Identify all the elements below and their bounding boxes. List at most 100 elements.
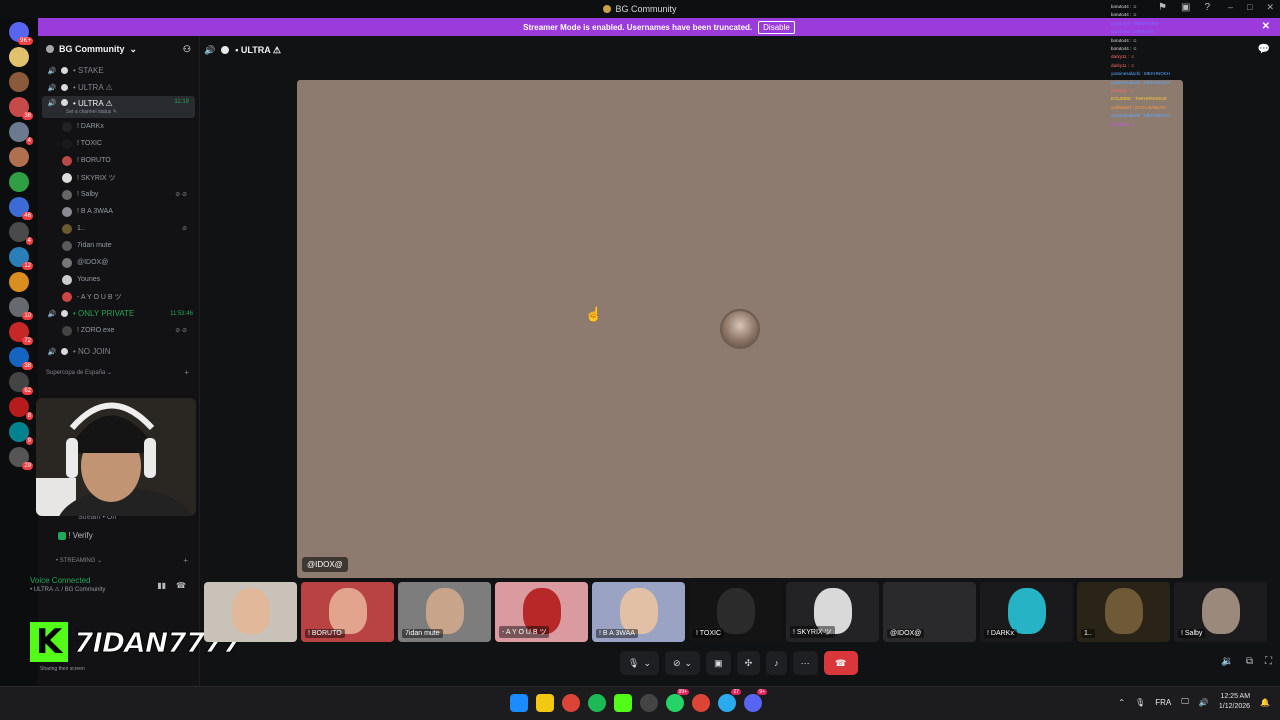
server-icon[interactable]: 38 <box>9 347 33 370</box>
discord-icon[interactable]: 9+ <box>744 689 767 712</box>
avatar <box>62 138 72 149</box>
server-icon[interactable]: 62 <box>9 372 33 395</box>
close-window-icon[interactable]: ✕ <box>1266 2 1274 13</box>
microphone-button[interactable]: 🎙 ⌄ <box>620 651 659 675</box>
add-channel-icon[interactable]: + <box>184 368 189 377</box>
voice-member[interactable]: ! Salby ⊘ ⊘ <box>38 186 199 203</box>
chrome-profile-icon[interactable] <box>692 694 710 712</box>
participant-tile[interactable]: ! B A 3WAA <box>592 582 685 642</box>
server-icon[interactable] <box>9 147 29 167</box>
voice-member[interactable]: ! SKYRIX ツ <box>38 169 199 186</box>
notifications-icon[interactable]: 🔔 <box>1260 698 1270 707</box>
channel-status[interactable]: Set a channel status ✎ <box>66 109 117 115</box>
chevron-up-icon[interactable]: ⌃ <box>1118 698 1125 707</box>
streaming-category[interactable]: • STREAMING ⌄ + <box>48 552 198 568</box>
server-icon[interactable]: 72 <box>9 322 33 345</box>
server-icon[interactable]: 12 <box>9 247 33 270</box>
participant-video <box>716 588 755 634</box>
voice-member[interactable]: Younes <box>38 271 199 288</box>
fullscreen-icon[interactable]: ⛶ <box>1265 656 1272 667</box>
channel-no-join[interactable]: 🔊 • NO JOIN <box>38 343 199 360</box>
telegram-icon[interactable]: 27 <box>718 689 741 712</box>
member-status-icons: ⊘ ⊘ <box>175 192 187 198</box>
clock[interactable]: 12:25 AM 1/12/2026 <box>1219 692 1250 712</box>
voice-member[interactable]: ! DARKx <box>38 118 199 135</box>
server-icon[interactable] <box>9 172 29 192</box>
chat-bubble-icon[interactable]: 💬 <box>1258 44 1270 55</box>
voice-member[interactable]: @IDOX@ <box>38 254 199 271</box>
activities-button[interactable]: ✣ <box>736 651 761 675</box>
voice-member[interactable]: 7idan mute <box>38 237 199 254</box>
close-banner-icon[interactable]: ✕ <box>1262 21 1270 32</box>
maximize-icon[interactable]: □ <box>1247 2 1252 13</box>
mention-badge: 46 <box>22 212 33 220</box>
disconnect-button[interactable]: ☎ <box>823 651 858 675</box>
microphone-icon[interactable]: 🎙 <box>1135 698 1145 707</box>
disable-streamer-mode-button[interactable]: Disable <box>758 20 795 34</box>
server-icon[interactable]: 4 <box>9 222 33 245</box>
server-icon[interactable]: 46 <box>9 197 33 220</box>
kick-app-icon[interactable] <box>614 694 632 712</box>
category-header[interactable]: Supercopa de España ⌄ + <box>38 364 199 380</box>
participant-tile[interactable]: ! TOXIC <box>689 582 782 642</box>
participant-tile[interactable]: ! BORUTO <box>301 582 394 642</box>
participant-tile[interactable]: ! DARKx <box>980 582 1073 642</box>
server-icon[interactable] <box>9 272 29 292</box>
language-indicator[interactable]: FRA <box>1155 698 1171 707</box>
share-screen-button[interactable]: ▣ <box>706 651 731 675</box>
minimize-icon[interactable]: – <box>1228 2 1233 13</box>
voice-member[interactable]: ! B A 3WAA <box>38 203 199 220</box>
add-member-icon[interactable]: ⚇ <box>183 44 191 55</box>
server-icon[interactable]: 9K+ <box>9 22 33 45</box>
participant-tile[interactable]: - A Y O U B ツ <box>495 582 588 642</box>
sound-bars-icon[interactable]: ▮▮ <box>157 581 166 590</box>
windows-start-icon[interactable] <box>510 694 528 712</box>
participant-tile[interactable] <box>204 582 297 642</box>
whatsapp-icon[interactable]: 99+ <box>666 689 689 712</box>
obs-icon[interactable] <box>640 694 658 712</box>
participant-tile[interactable]: ! Salby <box>1174 582 1267 642</box>
file-explorer-icon[interactable] <box>536 694 554 712</box>
more-button[interactable]: ⋯ <box>792 651 818 675</box>
mention-badge: 72 <box>22 337 33 345</box>
chrome-icon[interactable] <box>562 694 580 712</box>
spotify-icon[interactable] <box>588 694 606 712</box>
network-icon[interactable]: 🖵 <box>1181 697 1189 707</box>
participant-tile[interactable]: 1.. <box>1077 582 1170 642</box>
volume-icon[interactable]: 🔊 <box>1199 698 1209 707</box>
server-header[interactable]: BG Community ⌄ ⚇ <box>38 36 199 62</box>
chat-message: yassinexl : mekhnokh <box>1111 29 1155 35</box>
voice-member[interactable]: ! TOXIC <box>38 135 199 152</box>
soundboard-button[interactable]: ♪ <box>766 651 787 675</box>
server-icon[interactable]: 9 <box>9 422 33 445</box>
voice-member[interactable]: 1.. ⊘ <box>38 220 199 237</box>
help-icon[interactable]: ? <box>1204 2 1210 13</box>
participant-tile[interactable]: ! SKYRIX ツ <box>786 582 879 642</box>
participant-video <box>1201 588 1240 634</box>
camera-button[interactable]: ⊘ ⌄ <box>664 651 701 675</box>
voice-member[interactable]: - A Y O U B ツ <box>38 288 199 305</box>
voice-member[interactable]: ! BORUTO <box>38 152 199 169</box>
participant-tile[interactable]: @IDOX@ <box>883 582 976 642</box>
server-icon[interactable]: 4 <box>9 122 33 145</box>
channel-active-ultra[interactable]: 🔊 • ULTRA ⚠ Set a channel status ✎ 11:19 <box>42 96 195 118</box>
popout-icon[interactable]: ⧉ <box>1246 656 1253 667</box>
verify-channel[interactable]: ! Verify <box>58 531 93 540</box>
disconnect-icon[interactable]: ☎ <box>176 581 186 590</box>
server-icon[interactable]: 29 <box>9 447 33 470</box>
add-channel-icon[interactable]: + <box>183 556 188 565</box>
server-icon[interactable] <box>9 47 29 67</box>
focused-video-stage[interactable]: ☝ @IDOX@ <box>297 80 1183 578</box>
channel-only-private[interactable]: 🔊 • ONLY PRIVATE 11:53:46 <box>38 305 199 322</box>
grid-icon: ✣ <box>744 657 753 668</box>
server-icon[interactable]: 10 <box>9 297 33 320</box>
participant-name: ! TOXIC <box>693 629 725 638</box>
voice-channel[interactable]: 🔊 • ULTRA ⚠ <box>38 79 199 96</box>
server-icon[interactable]: 36 <box>9 97 33 120</box>
server-icon[interactable]: 8 <box>9 397 33 420</box>
voice-member[interactable]: ! ZORO.exe ⊘ ⊘ <box>38 322 199 339</box>
participant-tile[interactable]: 7idan mute <box>398 582 491 642</box>
volume-icon[interactable]: 🔉 <box>1221 656 1233 667</box>
server-icon[interactable] <box>9 72 29 92</box>
voice-channel[interactable]: 🔊 • STAKE <box>38 62 199 79</box>
